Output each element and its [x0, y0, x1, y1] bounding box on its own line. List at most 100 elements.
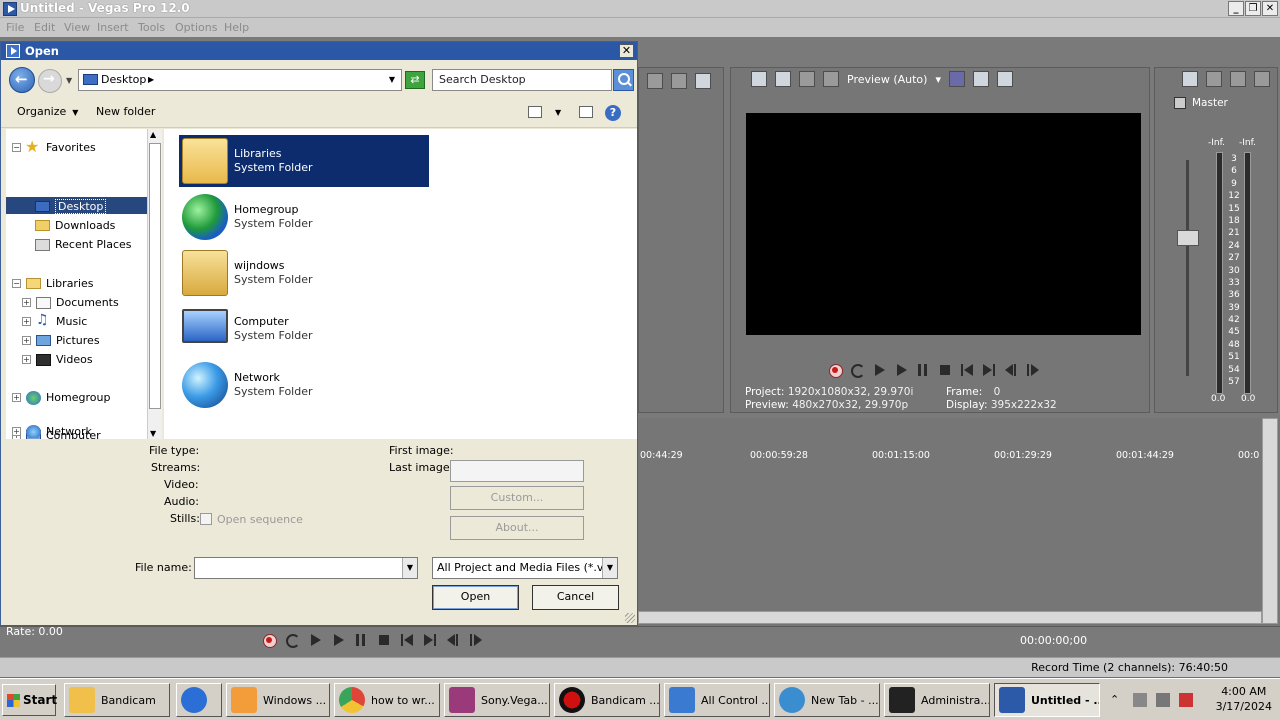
- file-type-filter[interactable]: All Project and Media Files (*.veg ▼: [432, 557, 618, 579]
- dim-output-icon[interactable]: [1230, 71, 1246, 87]
- chevron-down-icon[interactable]: ▼: [402, 558, 417, 578]
- stop-button[interactable]: [938, 363, 952, 377]
- file-list[interactable]: Libraries System Folder Homegroup System…: [164, 129, 637, 439]
- chevron-down-icon[interactable]: ▼: [389, 75, 395, 84]
- expand-icon[interactable]: +: [12, 427, 21, 436]
- chevron-down-icon[interactable]: ▼: [602, 558, 617, 578]
- tree-item-homegroup[interactable]: + Homegroup: [12, 389, 110, 406]
- record-button[interactable]: [828, 363, 843, 378]
- taskbar-item-bandicam-folder[interactable]: Bandicam: [64, 683, 170, 717]
- monitor-icon[interactable]: [695, 73, 711, 89]
- tree-item-documents[interactable]: + Documents: [22, 294, 119, 311]
- previous-frame-button[interactable]: [1004, 363, 1018, 377]
- refresh-button[interactable]: ⇄: [405, 71, 425, 89]
- new-folder-button[interactable]: New folder: [96, 105, 155, 118]
- scroll-up-icon[interactable]: ▲: [150, 130, 156, 139]
- organize-button[interactable]: Organize ▼: [17, 105, 78, 118]
- taskbar-clock[interactable]: 4:00 AM 3/17/2024: [1216, 684, 1272, 714]
- action-center-flag-icon[interactable]: [1133, 693, 1147, 707]
- play-from-start-button[interactable]: [308, 633, 322, 647]
- file-item-libraries[interactable]: Libraries System Folder: [179, 135, 429, 187]
- stop-button[interactable]: [377, 633, 391, 647]
- go-to-start-button[interactable]: [960, 363, 974, 377]
- custom-button[interactable]: Custom...: [450, 486, 584, 510]
- timeline-horizontal-scrollbar[interactable]: [638, 611, 1262, 624]
- loop-button[interactable]: [850, 363, 865, 378]
- go-to-end-button[interactable]: [423, 633, 437, 647]
- taskbar-item-internet-explorer[interactable]: [176, 683, 222, 717]
- record-button[interactable]: [262, 633, 277, 648]
- change-view-icon[interactable]: [528, 106, 542, 118]
- file-item-network[interactable]: Network System Folder: [179, 359, 429, 411]
- tree-item-downloads[interactable]: Downloads: [35, 217, 115, 234]
- start-button[interactable]: Start: [2, 684, 57, 716]
- expand-icon[interactable]: +: [22, 317, 31, 326]
- open-sequence-checkbox[interactable]: [200, 513, 212, 525]
- go-to-end-button[interactable]: [982, 363, 996, 377]
- navigation-pane[interactable]: − Favorites Desktop Downloads Recent Pla…: [6, 129, 147, 439]
- pause-button[interactable]: [354, 633, 368, 647]
- overlays-icon[interactable]: [823, 71, 839, 87]
- expand-icon[interactable]: +: [22, 298, 31, 307]
- close-icon[interactable]: ✕: [619, 44, 634, 58]
- pen-icon[interactable]: [647, 73, 663, 89]
- collapse-icon[interactable]: −: [12, 143, 21, 152]
- tree-item-pictures[interactable]: + Pictures: [22, 332, 100, 349]
- address-text[interactable]: Desktop: [101, 73, 146, 86]
- tree-item-recent-places[interactable]: Recent Places: [35, 236, 132, 253]
- master-properties-icon[interactable]: [1182, 71, 1198, 87]
- close-button[interactable]: ✕: [1262, 1, 1278, 16]
- save-snapshot-icon[interactable]: [996, 71, 1013, 87]
- collapse-icon[interactable]: −: [12, 279, 21, 288]
- previous-frame-button[interactable]: [446, 633, 460, 647]
- forward-button[interactable]: [38, 69, 62, 93]
- taskbar-item-bandicam-app[interactable]: Bandicam ...: [554, 683, 660, 717]
- expand-icon[interactable]: +: [22, 355, 31, 364]
- chevron-down-icon[interactable]: ▼: [555, 108, 561, 117]
- next-frame-button[interactable]: [469, 633, 483, 647]
- search-input[interactable]: Search Desktop: [432, 69, 612, 91]
- tree-item-music[interactable]: + Music: [22, 312, 87, 330]
- volume-muted-icon[interactable]: [1179, 693, 1193, 707]
- restore-button[interactable]: ❐: [1245, 1, 1261, 16]
- last-image-field[interactable]: [450, 460, 584, 482]
- play-button[interactable]: [331, 633, 345, 647]
- scroll-down-icon[interactable]: ▼: [150, 429, 156, 438]
- delete-icon[interactable]: [671, 73, 687, 89]
- file-item-user-folder[interactable]: wijndows System Folder: [179, 247, 429, 299]
- menu-insert[interactable]: Insert: [97, 21, 129, 34]
- search-icon[interactable]: [613, 69, 634, 91]
- split-screen-icon[interactable]: [799, 71, 815, 87]
- loop-button[interactable]: [285, 633, 300, 648]
- tree-item-network[interactable]: + Network: [12, 425, 92, 438]
- minimize-button[interactable]: _: [1228, 1, 1244, 16]
- menu-help[interactable]: Help: [224, 21, 249, 34]
- play-from-start-button[interactable]: [872, 363, 886, 377]
- chevron-down-icon[interactable]: ▶: [148, 75, 154, 84]
- taskbar-item-windows-media[interactable]: Windows ...: [226, 683, 330, 717]
- taskbar-item-new-tab[interactable]: New Tab - ...: [774, 683, 880, 717]
- file-item-homegroup[interactable]: Homegroup System Folder: [179, 191, 429, 243]
- open-button[interactable]: Open: [432, 585, 519, 610]
- back-button[interactable]: [9, 67, 35, 93]
- timeline-ruler[interactable]: 00:44:29 00:00:59:28 00:01:15:00 00:01:2…: [638, 448, 1262, 464]
- cancel-button[interactable]: Cancel: [532, 585, 619, 610]
- master-menu-icon[interactable]: [1254, 71, 1270, 87]
- play-button[interactable]: [894, 363, 908, 377]
- taskbar-item-chrome[interactable]: how to wr...: [334, 683, 440, 717]
- menu-view[interactable]: View: [64, 21, 90, 34]
- go-to-start-button[interactable]: [400, 633, 414, 647]
- menu-edit[interactable]: Edit: [34, 21, 55, 34]
- pause-button[interactable]: [916, 363, 930, 377]
- menu-file[interactable]: File: [6, 21, 24, 34]
- file-name-input[interactable]: ▼: [194, 557, 418, 579]
- show-hidden-icons-icon[interactable]: ⌃: [1110, 693, 1124, 707]
- taskbar-item-command-prompt[interactable]: Administra...: [884, 683, 990, 717]
- properties-icon[interactable]: [751, 71, 767, 87]
- master-fx-icon[interactable]: [1174, 97, 1186, 109]
- about-button[interactable]: About...: [450, 516, 584, 540]
- taskbar-item-control-panel[interactable]: All Control ...: [664, 683, 770, 717]
- tree-item-favorites[interactable]: − Favorites: [12, 137, 96, 156]
- next-frame-button[interactable]: [1026, 363, 1040, 377]
- recent-locations-icon[interactable]: ▼: [66, 76, 72, 85]
